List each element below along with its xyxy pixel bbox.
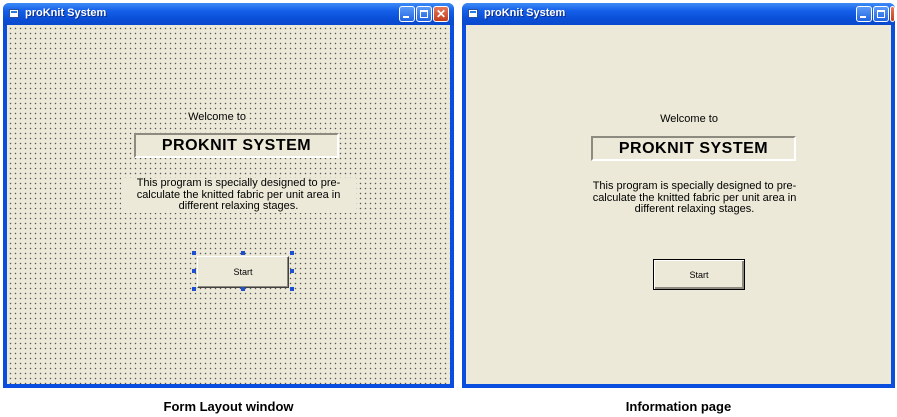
window-title: proKnit System xyxy=(25,7,107,19)
minimize-button[interactable] xyxy=(399,6,415,22)
form-design-area[interactable]: Welcome to PROKNIT SYSTEM This program i… xyxy=(7,25,450,384)
selection-handle[interactable] xyxy=(241,251,245,255)
start-button-label: Start xyxy=(689,270,709,280)
maximize-button[interactable] xyxy=(873,6,889,22)
title-bar[interactable]: proKnit System xyxy=(462,3,895,25)
selection-handle[interactable] xyxy=(241,287,245,291)
form-layout-window: proKnit System ✕ Welcome to PROKNIT SYST… xyxy=(3,3,454,388)
app-icon[interactable] xyxy=(9,9,19,18)
close-icon: ✕ xyxy=(435,7,447,21)
selection-handle[interactable] xyxy=(192,251,196,255)
app-icon[interactable] xyxy=(468,9,478,18)
welcome-label: Welcome to xyxy=(188,111,246,123)
close-button[interactable] xyxy=(890,6,895,22)
minimize-icon xyxy=(860,16,866,18)
system-name-label: PROKNIT SYSTEM xyxy=(591,136,796,161)
welcome-label-wrap[interactable]: Welcome to xyxy=(158,111,276,123)
information-window: proKnit System Welcome to PROKNIT SYSTEM… xyxy=(462,3,895,388)
system-name-label[interactable]: PROKNIT SYSTEM xyxy=(134,133,339,158)
maximize-icon xyxy=(877,10,885,18)
minimize-icon xyxy=(403,16,409,18)
selection-handle[interactable] xyxy=(192,287,196,291)
maximize-button[interactable] xyxy=(416,6,432,22)
selection-handle[interactable] xyxy=(192,269,196,273)
maximize-icon xyxy=(420,10,428,18)
close-button[interactable]: ✕ xyxy=(433,6,449,22)
minimize-button[interactable] xyxy=(856,6,872,22)
start-button-label: Start xyxy=(233,267,253,277)
start-button[interactable]: Start xyxy=(653,259,745,290)
selection-handle[interactable] xyxy=(290,287,294,291)
title-bar[interactable]: proKnit System ✕ xyxy=(3,3,454,25)
form-layout-caption: Form Layout window xyxy=(163,399,294,414)
start-button[interactable]: Start xyxy=(197,256,289,288)
welcome-label: Welcome to xyxy=(660,113,718,125)
description-label[interactable]: This program is specially designed to pr… xyxy=(121,177,356,213)
information-page: Welcome to PROKNIT SYSTEM This program i… xyxy=(466,25,891,384)
window-title: proKnit System xyxy=(484,7,566,19)
selection-handle[interactable] xyxy=(290,269,294,273)
selection-handle[interactable] xyxy=(290,251,294,255)
information-page-caption: Information page xyxy=(625,399,732,414)
description-label: This program is specially designed to pr… xyxy=(592,180,797,215)
